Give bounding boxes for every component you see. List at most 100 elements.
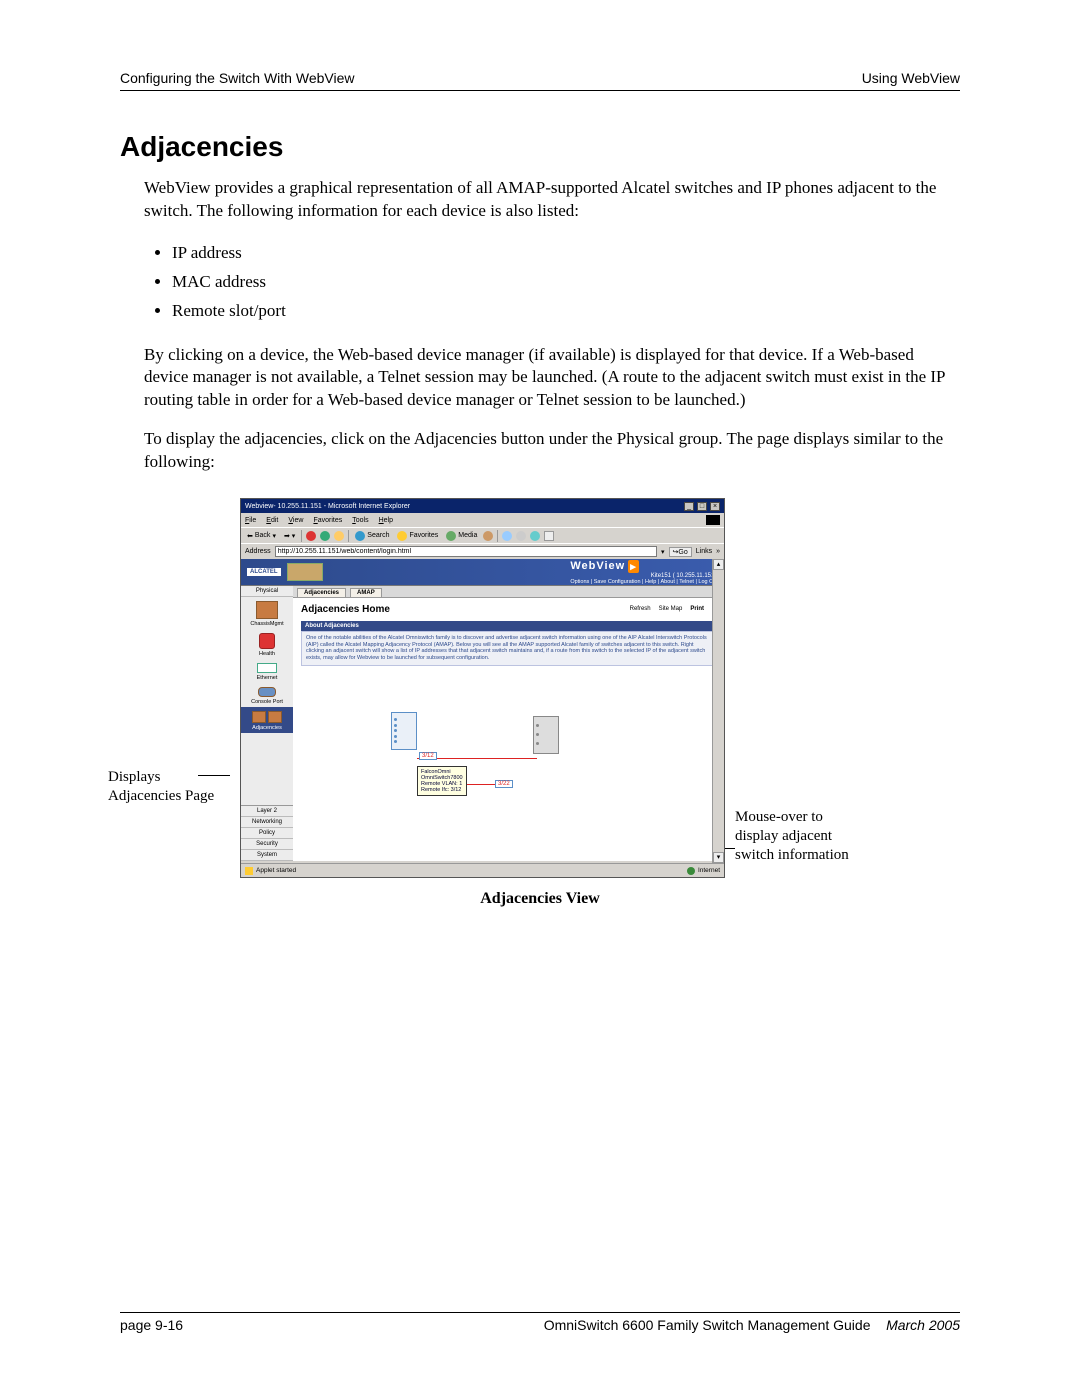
paragraph-intro: WebView provides a graphical representat…: [144, 177, 960, 223]
switch-remote[interactable]: [533, 716, 559, 754]
sidebar-tab-layer2[interactable]: Layer 2: [241, 806, 293, 817]
book-title: OmniSwitch 6600 Family Switch Management…: [544, 1317, 871, 1333]
ie-titlebar: Webview- 10.255.11.151 - Microsoft Inter…: [241, 499, 724, 513]
address-dropdown[interactable]: ▾: [661, 548, 665, 556]
menu-tools[interactable]: Tools: [352, 517, 368, 524]
about-header: About Adjacencies: [301, 621, 716, 631]
sidebar-tab-security[interactable]: Security: [241, 839, 293, 850]
sidebar-tab-physical[interactable]: Physical: [241, 586, 293, 597]
scroll-down-button[interactable]: ▾: [713, 852, 724, 863]
search-icon: [355, 531, 365, 541]
vertical-scrollbar[interactable]: ▴ ▾: [712, 559, 724, 863]
tooltip-model: OmniSwitch7800: [421, 775, 463, 781]
paragraph-click: By clicking on a device, the Web-based d…: [144, 344, 960, 413]
adjacency-icon: [252, 711, 266, 723]
star-icon: [397, 531, 407, 541]
header-left: Configuring the Switch With WebView: [120, 70, 354, 86]
webview-brand: WebView ▸: [570, 560, 718, 573]
menu-view[interactable]: View: [288, 517, 303, 524]
ie-statusbar: Applet started Internet: [241, 863, 724, 877]
ie-address-bar: Address ▾ ↪Go Links »: [241, 543, 724, 559]
refresh-icon[interactable]: [320, 531, 330, 541]
page-number: page 9-16: [120, 1317, 183, 1333]
search-button[interactable]: Search: [353, 531, 391, 541]
sidebar-item-health[interactable]: Health: [241, 629, 293, 659]
print-icon[interactable]: [516, 531, 526, 541]
callout-left: Displays Adjacencies Page: [108, 768, 228, 806]
bullet-item: IP address: [172, 239, 960, 268]
links-chevron[interactable]: »: [716, 548, 720, 555]
document-page: Configuring the Switch With WebView Usin…: [120, 70, 960, 928]
stop-icon[interactable]: [306, 531, 316, 541]
webview-body: Physical ChassisMgmt Health Ethernet Con…: [241, 585, 724, 861]
sidebar-tab-policy[interactable]: Policy: [241, 828, 293, 839]
sidebar-item-chassis[interactable]: ChassisMgmt: [241, 597, 293, 629]
tab-amap[interactable]: AMAP: [350, 588, 382, 597]
applet-icon: [245, 867, 253, 875]
forward-button[interactable]: ➡ ▾: [282, 532, 297, 540]
separator: [301, 530, 302, 542]
back-button[interactable]: ⬅Back ▾: [245, 532, 278, 540]
media-button[interactable]: Media: [444, 531, 479, 541]
refresh-link[interactable]: Refresh: [630, 606, 651, 612]
status-text: Applet started: [256, 867, 296, 874]
ie-title-text: Webview- 10.255.11.151 - Microsoft Inter…: [245, 503, 410, 510]
print-link[interactable]: Print: [690, 606, 704, 612]
content-area: Adjacencies Home Refresh Site Map Print …: [293, 598, 724, 809]
about-text: One of the notable abilities of the Alca…: [301, 631, 716, 665]
separator: [497, 530, 498, 542]
port-label: 3/22: [495, 780, 513, 788]
favorites-button[interactable]: Favorites: [395, 531, 440, 541]
tab-adjacencies[interactable]: Adjacencies: [297, 588, 346, 597]
minimize-button[interactable]: _: [684, 502, 694, 511]
bullet-item: Remote slot/port: [172, 297, 960, 326]
ie-menubar: File Edit View Favorites Tools Help: [241, 513, 724, 527]
window-controls: _ □ ×: [683, 502, 720, 511]
tooltip-vlan: Remote VLAN: 1: [421, 781, 463, 787]
sidebar-item-adjacencies[interactable]: Adjacencies: [241, 707, 293, 733]
content-tabs: Adjacencies AMAP: [293, 586, 724, 598]
security-zone: Internet: [687, 867, 720, 875]
address-input[interactable]: [275, 546, 657, 557]
bullet-item: MAC address: [172, 268, 960, 297]
sitemap-link[interactable]: Site Map: [659, 606, 683, 612]
maximize-button[interactable]: □: [697, 502, 707, 511]
console-port-icon: [258, 687, 276, 697]
menu-edit[interactable]: Edit: [266, 517, 278, 524]
discuss-icon[interactable]: [544, 531, 554, 541]
go-button[interactable]: ↪Go: [669, 547, 692, 557]
sidebar-item-console[interactable]: Console Port: [241, 683, 293, 707]
scroll-up-button[interactable]: ▴: [713, 559, 724, 570]
menu-help[interactable]: Help: [379, 517, 393, 524]
switch-photo-icon: [287, 563, 323, 581]
separator: [348, 530, 349, 542]
switch-local[interactable]: [391, 712, 417, 750]
health-icon: [259, 633, 275, 649]
adjacency-icon: [268, 711, 282, 723]
links-label[interactable]: Links: [696, 548, 712, 555]
address-label: Address: [245, 548, 271, 555]
sidebar-tab-networking[interactable]: Networking: [241, 817, 293, 828]
running-header: Configuring the Switch With WebView Usin…: [120, 70, 960, 91]
sidebar: Physical ChassisMgmt Health Ethernet Con…: [241, 586, 293, 861]
mail-icon[interactable]: [502, 531, 512, 541]
media-icon: [446, 531, 456, 541]
close-button[interactable]: ×: [710, 502, 720, 511]
brand-badge-icon: ▸: [628, 560, 639, 573]
callout-line: [198, 775, 230, 776]
adjacency-diagram: 3/12 3/22 FalconOmni OmniSwitch7800 Remo…: [301, 674, 716, 804]
sidebar-tab-system[interactable]: System: [241, 850, 293, 861]
menu-favorites[interactable]: Favorites: [313, 517, 342, 524]
edit-icon[interactable]: [530, 531, 540, 541]
history-icon[interactable]: [483, 531, 493, 541]
chassis-icon: [256, 601, 278, 619]
menu-file[interactable]: File: [245, 517, 256, 524]
sidebar-item-ethernet[interactable]: Ethernet: [241, 659, 293, 683]
header-links[interactable]: Options | Save Configuration | Help | Ab…: [570, 579, 718, 585]
home-icon[interactable]: [334, 531, 344, 541]
webview-header: ALCATEL WebView ▸ Kite151 ( 10.255.11.15…: [241, 559, 724, 585]
callout-right: Mouse-over to display adjacent switch in…: [735, 808, 865, 864]
sidebar-bottom-tabs: Layer 2 Networking Policy Security Syste…: [241, 805, 293, 861]
ie-window: Webview- 10.255.11.151 - Microsoft Inter…: [240, 498, 725, 878]
page-footer: page 9-16 OmniSwitch 6600 Family Switch …: [120, 1312, 960, 1333]
